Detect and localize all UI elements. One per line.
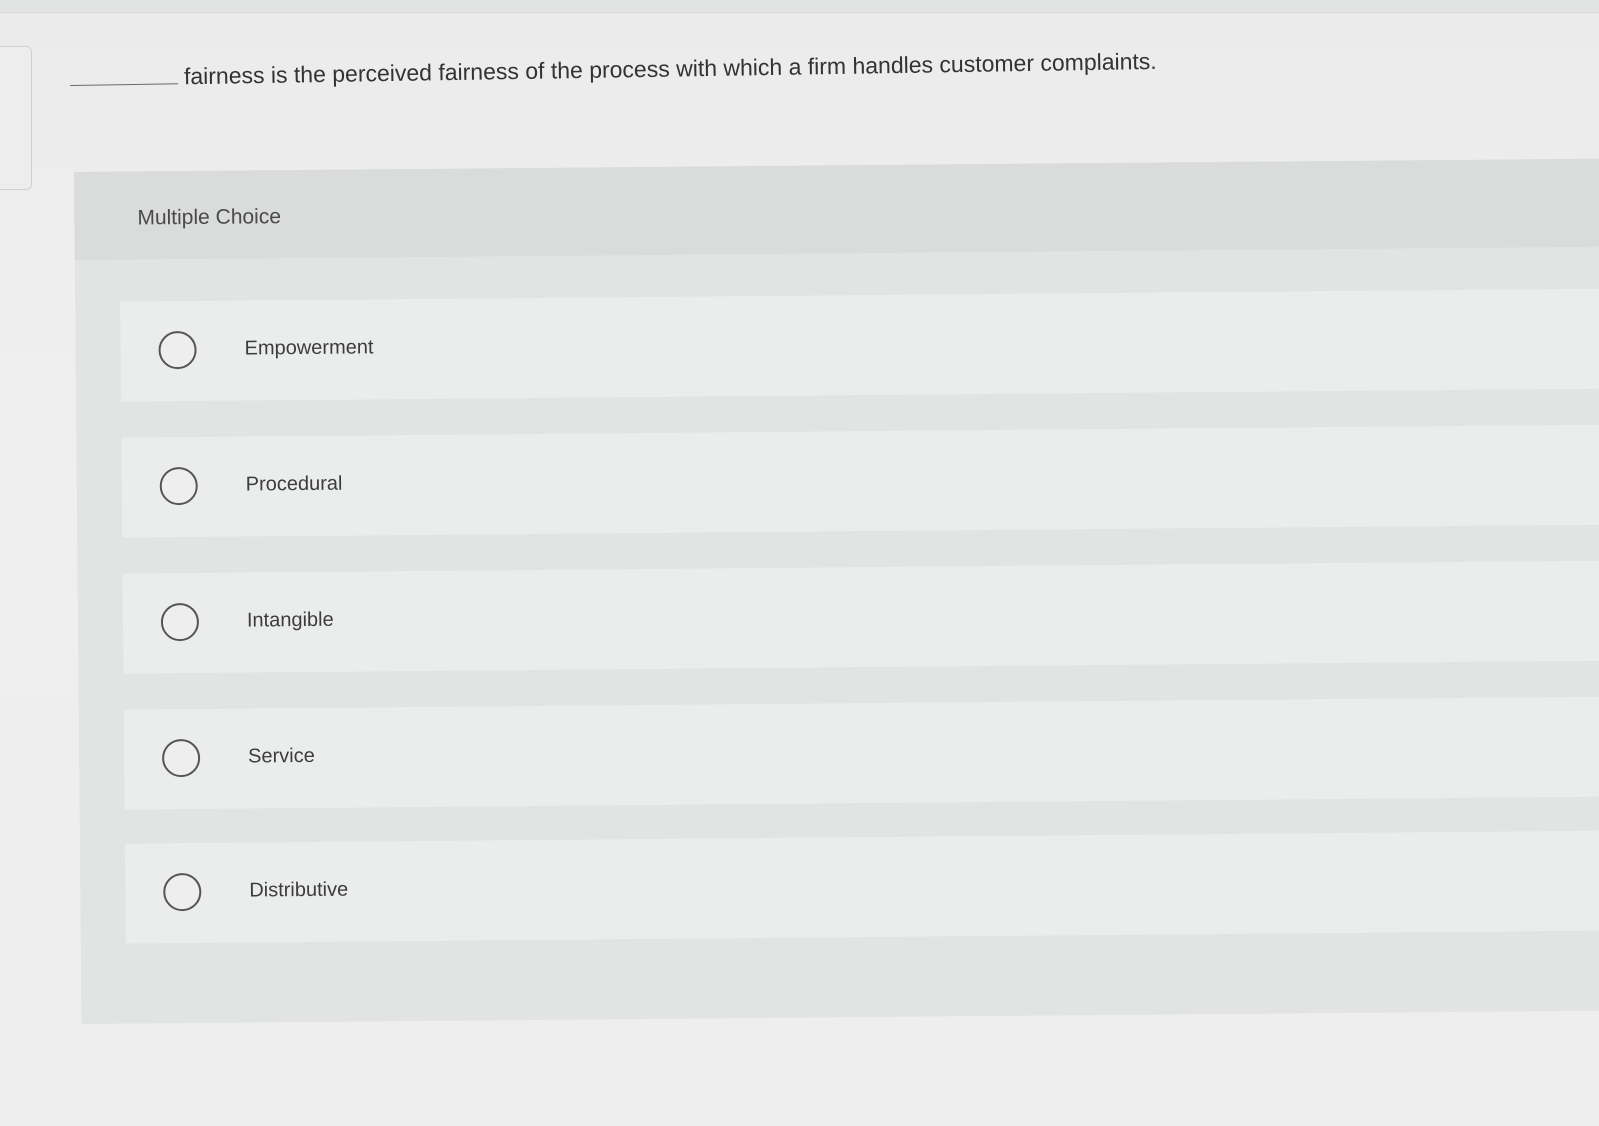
radio-button-icon[interactable] — [163, 872, 202, 912]
option-label: Service — [248, 744, 315, 768]
option-label: Empowerment — [244, 336, 374, 360]
answer-blank — [69, 63, 179, 86]
option-label: Distributive — [249, 878, 349, 902]
option-label: Procedural — [245, 472, 343, 496]
option-intangible[interactable]: Intangible — [122, 560, 1599, 674]
radio-button-icon[interactable] — [160, 602, 200, 642]
radio-button-icon[interactable] — [158, 330, 197, 370]
option-procedural[interactable]: Procedural — [121, 424, 1599, 538]
multiple-choice-title: Multiple Choice — [137, 205, 282, 230]
option-empowerment[interactable]: Empowerment — [120, 288, 1599, 402]
multiple-choice-panel: Multiple Choice Empowerment Procedural I… — [74, 158, 1599, 1024]
radio-button-icon[interactable] — [159, 466, 198, 506]
radio-button-icon[interactable] — [161, 738, 201, 778]
multiple-choice-header: Multiple Choice — [74, 158, 1599, 260]
option-distributive[interactable]: Distributive — [124, 830, 1599, 944]
top-toolbar-strip — [0, 0, 1599, 13]
option-service[interactable]: Service — [123, 696, 1599, 810]
side-navigation-tab[interactable] — [0, 46, 32, 190]
option-label: Intangible — [246, 608, 334, 632]
